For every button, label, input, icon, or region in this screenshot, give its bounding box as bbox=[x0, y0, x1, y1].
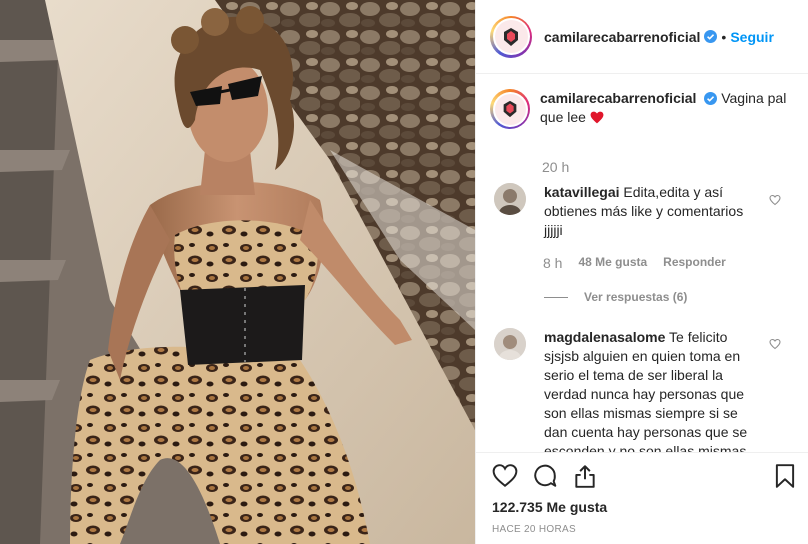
verified-icon bbox=[704, 92, 718, 105]
replies-divider bbox=[544, 296, 568, 298]
comment-like-icon[interactable] bbox=[769, 194, 781, 206]
comment-meta: 8 h 48 Me gusta Responder bbox=[543, 255, 726, 271]
follow-button[interactable]: Seguir bbox=[730, 29, 774, 45]
verified-icon bbox=[704, 30, 718, 43]
post-header: camilarecabarrenoficial • Seguir bbox=[476, 0, 808, 74]
like-heart-icon[interactable] bbox=[492, 463, 518, 489]
caption-text-block: camilarecabarrenoficial Vagina pal que l… bbox=[540, 89, 790, 129]
caption-time: 20 h bbox=[542, 159, 570, 175]
post-image bbox=[0, 0, 475, 544]
header-username[interactable]: camilarecabarrenoficial bbox=[544, 29, 700, 45]
author-avatar[interactable] bbox=[490, 15, 532, 58]
caption: camilarecabarrenoficial Vagina pal que l… bbox=[490, 89, 800, 175]
view-replies[interactable]: Ver respuestas (6) bbox=[544, 290, 687, 304]
logo-icon bbox=[503, 100, 517, 118]
comments-list[interactable]: camilarecabarrenoficial Vagina pal que l… bbox=[476, 75, 808, 452]
separator-dot: • bbox=[721, 28, 727, 45]
share-icon[interactable] bbox=[572, 463, 598, 489]
caption-avatar[interactable] bbox=[490, 89, 530, 129]
red-heart-emoji bbox=[590, 111, 604, 124]
commenter-avatar[interactable] bbox=[494, 183, 526, 215]
view-replies-label[interactable]: Ver respuestas (6) bbox=[584, 290, 687, 304]
commenter-avatar[interactable] bbox=[494, 328, 526, 360]
logo-icon bbox=[504, 27, 518, 46]
bookmark-icon[interactable] bbox=[772, 463, 798, 489]
comment-text: Te felicito sjsjsb alguien en quien toma… bbox=[544, 329, 748, 452]
comment-like-icon[interactable] bbox=[769, 338, 781, 350]
likes-count[interactable]: 122.735 Me gusta bbox=[492, 499, 607, 515]
comment-likes[interactable]: 48 Me gusta bbox=[578, 255, 647, 271]
post-side-panel: camilarecabarrenoficial • Seguir camilar… bbox=[475, 0, 808, 544]
comment-time: 8 h bbox=[543, 255, 563, 271]
comment-item: katavillegai Edita,edita y así obtienes … bbox=[494, 183, 794, 240]
comment-username[interactable]: katavillegai bbox=[544, 184, 620, 200]
post-photo[interactable] bbox=[0, 0, 475, 544]
comment-username[interactable]: magdalenasalome bbox=[544, 329, 665, 345]
reply-button[interactable]: Responder bbox=[663, 255, 726, 271]
actions-bar: 122.735 Me gusta HACE 20 HORAS bbox=[476, 452, 808, 544]
comment-item: magdalenasalome Te felicito sjsjsb algui… bbox=[494, 328, 794, 452]
instagram-post: camilarecabarrenoficial • Seguir camilar… bbox=[0, 0, 808, 544]
posted-time[interactable]: HACE 20 HORAS bbox=[492, 524, 576, 535]
comment-icon[interactable] bbox=[532, 463, 558, 489]
caption-username[interactable]: camilarecabarrenoficial bbox=[540, 90, 696, 106]
